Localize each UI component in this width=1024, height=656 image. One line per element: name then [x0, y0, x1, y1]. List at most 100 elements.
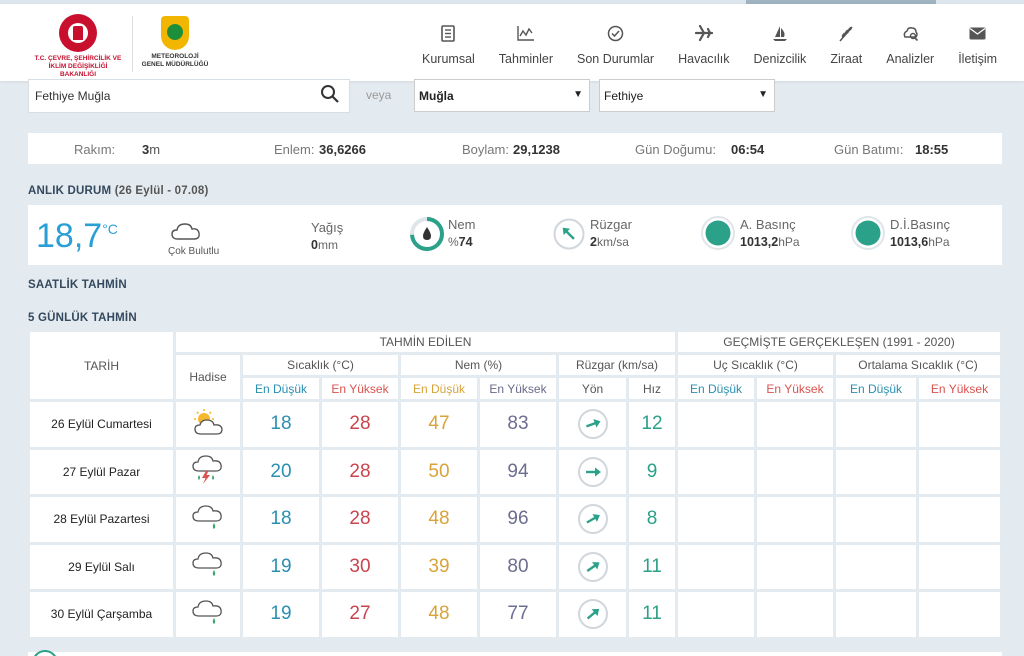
col-header-forecast: TAHMİN EDİLEN [176, 332, 675, 352]
precip-label: Yağış [311, 220, 344, 235]
nav-tahminler-label: Tahminler [498, 52, 553, 66]
wind-number: 2 [590, 235, 597, 249]
historical-extreme-min [678, 402, 754, 447]
col-header-humidity: Nem (%) [401, 355, 556, 375]
cloudy-icon [170, 221, 202, 246]
col-wind-direction: Yön [559, 378, 626, 399]
col-wind-speed: Hız [629, 378, 675, 399]
search-icon[interactable] [320, 84, 340, 109]
humidity-prefix: % [448, 235, 459, 249]
nav-analizler[interactable]: Analizler [874, 22, 946, 66]
rakim-label: Rakım: [74, 142, 116, 157]
historical-avg-min [836, 449, 916, 494]
district-select-value: Fethiye [604, 89, 644, 103]
forecast-wind-direction [559, 449, 626, 494]
check-circle-icon [607, 22, 624, 44]
daily-section-title: 5 GÜNLÜK TAHMİN [28, 312, 137, 324]
temp-unit: °C [102, 221, 118, 237]
ministry-seal-icon [59, 14, 97, 52]
hourly-section-title: SAATLİK TAHMİN [28, 279, 127, 291]
historical-avg-max [919, 592, 1000, 637]
historical-extreme-max [757, 449, 833, 494]
pressure-label: A. Basınç [740, 217, 796, 232]
pressure-number: 1013,2 [740, 235, 779, 249]
nav-iletisim-label: İletişim [958, 52, 998, 66]
boylam-label: Boylam: [462, 142, 509, 157]
mgm-shield-icon [161, 16, 189, 50]
nav-iletisim[interactable]: İletişim [946, 22, 1009, 66]
site-header: T.C. ÇEVRE, ŞEHİRCİLİK VE İKLİM DEĞİŞİKL… [0, 4, 1024, 81]
sea-pressure-value: 1013,6hPa [890, 235, 950, 249]
forecast-date: 28 Eylül Pazartesi [30, 497, 173, 542]
or-label: veya [366, 88, 392, 102]
mgm-logo[interactable]: METEOROLOJİ GENEL MÜDÜRLÜĞÜ [140, 16, 210, 78]
humidity-number: 74 [458, 235, 473, 249]
nav-kurumsal[interactable]: Kurumsal [410, 22, 487, 66]
ministry-logo[interactable]: T.C. ÇEVRE, ŞEHİRCİLİK VE İKLİM DEĞİŞİKL… [30, 14, 126, 78]
envelope-icon [969, 22, 986, 44]
historical-extreme-max [757, 544, 833, 589]
analysis-icon [902, 22, 919, 44]
province-select[interactable]: Muğla ▼ [414, 79, 590, 112]
pressure-unit: hPa [778, 235, 800, 249]
col-avg-max: En Yüksek [919, 378, 1000, 399]
nav-kurumsal-label: Kurumsal [422, 52, 475, 66]
sunrise-value: 06:54 [731, 142, 765, 157]
forecast-temp-max: 28 [322, 449, 398, 494]
forecast-hum-max: 96 [480, 497, 556, 542]
current-section-title: ANLIK DURUM (26 Eylül - 07.08) [28, 185, 208, 197]
logo-divider [132, 16, 133, 72]
thunderstorm-icon [190, 453, 226, 490]
col-header-temperature: Sıcaklık (°C) [243, 355, 398, 375]
sea-pressure-label: D.İ.Basınç [890, 217, 950, 232]
historical-avg-max [919, 402, 1000, 447]
district-select[interactable]: Fethiye ▼ [599, 79, 775, 112]
rain-cloud-icon [190, 549, 226, 584]
forecast-temp-max: 28 [322, 402, 398, 447]
chevron-down-icon: ▼ [758, 89, 768, 100]
next-panel-gauge-icon [32, 650, 58, 656]
condition-text: Çok Bulutlu [168, 246, 220, 257]
sunset-label: Gün Batımı: [834, 142, 904, 157]
forecast-hum-max: 83 [480, 402, 556, 447]
nav-analizler-label: Analizler [886, 52, 935, 66]
airplane-icon [694, 22, 713, 44]
col-temp-max: En Yüksek [322, 378, 398, 399]
forecast-weather-icon [176, 402, 240, 447]
forecast-hum-max: 80 [480, 544, 556, 589]
col-header-date: TARİH [30, 332, 173, 399]
forecast-date: 27 Eylül Pazar [30, 449, 173, 494]
nav-ziraat[interactable]: Ziraat [818, 22, 874, 66]
forecast-temp-min: 19 [243, 592, 319, 637]
forecast-weather-icon [176, 592, 240, 637]
rakim-value: 3m [142, 142, 160, 157]
rakim-unit: m [149, 142, 161, 157]
col-avg-min: En Düşük [836, 378, 916, 399]
nav-denizcilik-label: Denizcilik [753, 52, 807, 66]
nav-havacilik[interactable]: Havacılık [666, 22, 741, 66]
document-icon [441, 22, 456, 44]
historical-avg-max [919, 497, 1000, 542]
historical-extreme-min [678, 449, 754, 494]
current-conditions-panel: 18,7°C Çok Bulutlu Yağış 0mm Nem %74 Rüz… [28, 205, 1002, 265]
nav-denizcilik[interactable]: Denizcilik [742, 22, 819, 66]
precip-unit: mm [317, 238, 338, 252]
enlem-value: 36,6266 [319, 142, 366, 157]
enlem-label: Enlem: [274, 142, 315, 157]
search-input[interactable]: Fethiye Muğla [28, 79, 350, 113]
historical-avg-max [919, 449, 1000, 494]
sea-pressure-unit: hPa [928, 235, 950, 249]
wheat-icon [838, 22, 854, 44]
forecast-wind-speed: 12 [629, 402, 675, 447]
nav-son-durumlar[interactable]: Son Durumlar [565, 22, 666, 66]
nav-tahminler[interactable]: Tahminler [487, 22, 565, 66]
sea-pressure-number: 1013,6 [890, 235, 929, 249]
forecast-weather-icon [176, 497, 240, 542]
humidity-value: %74 [448, 235, 473, 249]
forecast-wind-direction [559, 544, 626, 589]
forecast-wind-direction [559, 497, 626, 542]
wind-arrow-icon [577, 409, 608, 440]
next-panel-edge [28, 652, 1002, 656]
col-header-wind: Rüzgar (km/sa) [559, 355, 675, 375]
historical-extreme-max [757, 497, 833, 542]
